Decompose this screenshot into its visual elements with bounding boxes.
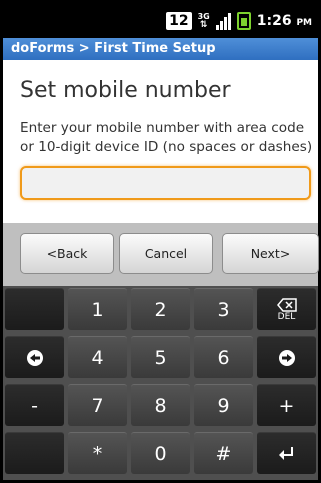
key-star[interactable]: *	[68, 432, 127, 474]
key-2[interactable]: 2	[131, 288, 190, 330]
key-minus[interactable]: -	[5, 384, 64, 426]
key-delete[interactable]: DEL	[257, 288, 316, 330]
network-type-icon: 3G ⇅	[197, 12, 210, 30]
arrow-right-icon	[278, 349, 295, 366]
key-1[interactable]: 1	[68, 288, 127, 330]
key-9[interactable]: 9	[194, 384, 253, 426]
notification-count-badge: 12	[166, 12, 192, 30]
button-bar: <Back Cancel Next>	[3, 223, 319, 286]
key-4[interactable]: 4	[68, 336, 127, 378]
key-cursor-left[interactable]	[5, 336, 64, 378]
key-enter[interactable]	[257, 432, 316, 474]
clock: 1:26 PM	[257, 13, 312, 29]
key-blank-1[interactable]	[5, 288, 64, 330]
back-button[interactable]: <Back	[20, 233, 114, 274]
key-3[interactable]: 3	[194, 288, 253, 330]
key-plus[interactable]: +	[257, 384, 316, 426]
key-blank-2[interactable]	[5, 432, 64, 474]
page-title: Set mobile number	[20, 78, 231, 103]
key-0[interactable]: 0	[131, 432, 190, 474]
key-6[interactable]: 6	[194, 336, 253, 378]
cancel-button[interactable]: Cancel	[119, 233, 213, 274]
status-bar: 12 3G ⇅ 1:26 PM	[3, 3, 318, 38]
next-button[interactable]: Next>	[222, 233, 319, 274]
numeric-keyboard: 1 2 3 DEL 4 5 6 - 7 8 9 + * 0 #	[3, 286, 318, 480]
battery-icon	[236, 12, 251, 30]
clock-time: 1:26	[256, 13, 292, 29]
signal-strength-icon	[215, 12, 231, 30]
key-8[interactable]: 8	[131, 384, 190, 426]
clock-meridiem: PM	[296, 18, 312, 28]
mobile-number-input[interactable]	[20, 166, 311, 200]
delete-key-label: DEL	[277, 311, 296, 322]
backspace-icon	[276, 297, 297, 312]
setup-form: Set mobile number Enter your mobile numb…	[3, 60, 318, 223]
enter-icon	[278, 446, 293, 460]
delete-key-content: DEL	[276, 297, 297, 322]
key-cursor-right[interactable]	[257, 336, 316, 378]
key-7[interactable]: 7	[68, 384, 127, 426]
key-5[interactable]: 5	[131, 336, 190, 378]
status-icons: 12 3G ⇅ 1:26 PM	[166, 10, 312, 32]
app-title-bar: doForms > First Time Setup	[3, 38, 318, 60]
instructions-text: Enter your mobile number with area code …	[20, 120, 313, 155]
arrow-left-icon	[26, 349, 43, 366]
key-hash[interactable]: #	[194, 432, 253, 474]
